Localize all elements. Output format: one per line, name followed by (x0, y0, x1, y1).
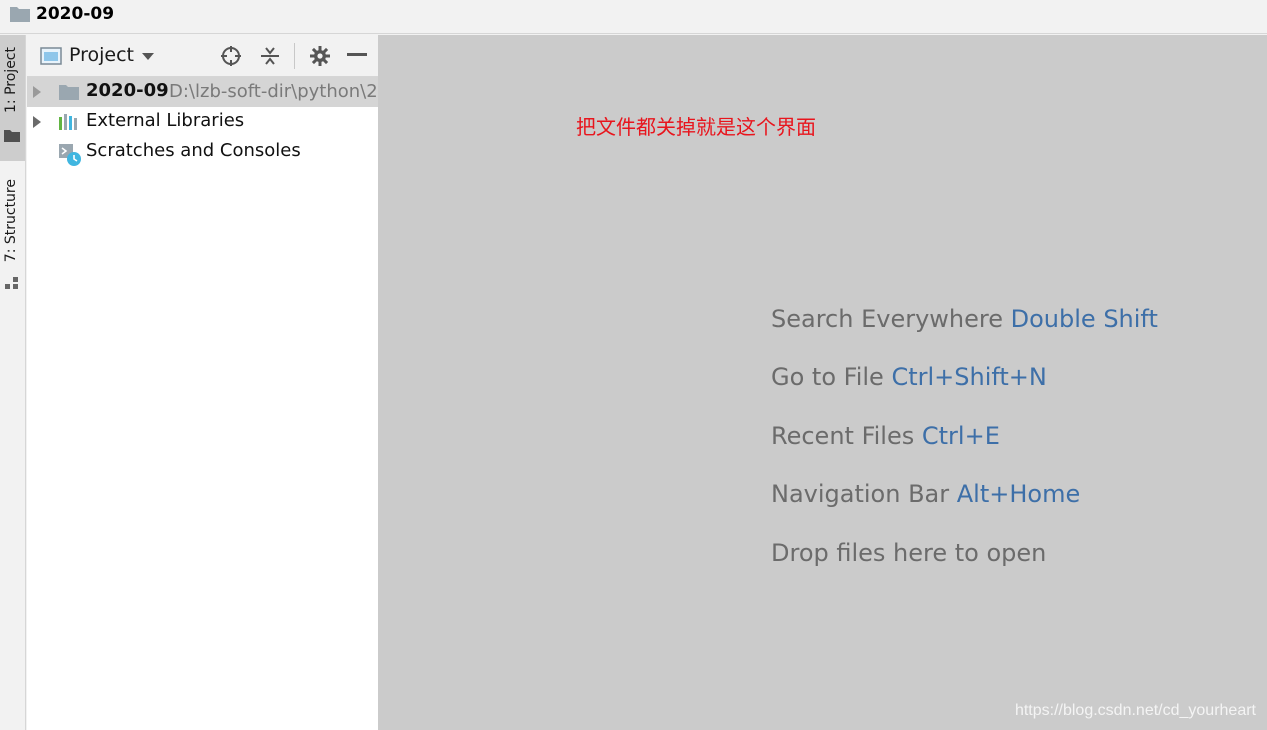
tool-window-strip: 1: Project 7: Structure (0, 35, 26, 730)
folder-icon (10, 7, 30, 22)
project-view-icon (40, 47, 62, 65)
project-panel: Project 2020-09 D:\lzb-soft-dir\python\2… (27, 35, 378, 730)
minimize-icon[interactable] (347, 53, 367, 57)
gear-icon[interactable] (309, 45, 331, 67)
collapse-all-icon[interactable] (259, 45, 281, 67)
watermark-text: https://blog.csdn.net/cd_yourheart (1014, 702, 1256, 719)
view-selector-label[interactable]: Project (69, 44, 134, 66)
structure-icon (5, 277, 18, 289)
tree-item-label: 2020-09 (86, 80, 169, 101)
hint-shortcut: Ctrl+Shift+N (891, 363, 1047, 391)
expand-arrow-icon[interactable] (32, 86, 42, 98)
hint-shortcut: Alt+Home (956, 480, 1081, 508)
tree-item-path: D:\lzb-soft-dir\python\2 (169, 81, 378, 102)
tab-project[interactable]: 1: Project (0, 35, 25, 161)
expand-arrow-icon[interactable] (32, 116, 42, 128)
project-panel-header: Project (27, 35, 378, 77)
scratches-icon (59, 144, 81, 166)
tree-item-label: External Libraries (86, 110, 245, 131)
library-icon (59, 114, 77, 130)
editor-empty-area[interactable]: 把文件都关掉就是这个界面 Search Everywhere Double Sh… (378, 35, 1267, 730)
tree-item-external-libraries[interactable]: External Libraries (27, 107, 378, 137)
header-divider (294, 43, 295, 69)
chevron-down-icon[interactable] (141, 52, 155, 62)
annotation-text: 把文件都关掉就是这个界面 (576, 115, 816, 139)
tree-item-project-root[interactable]: 2020-09 D:\lzb-soft-dir\python\2 (27, 77, 378, 107)
hint-text: Search Everywhere (771, 305, 1003, 333)
tree-item-scratches[interactable]: Scratches and Consoles (27, 137, 378, 167)
folder-icon (59, 85, 79, 100)
hint-go-to-file: Go to File Ctrl+Shift+N (771, 363, 1047, 391)
hint-navigation-bar: Navigation Bar Alt+Home (771, 480, 1080, 508)
hint-search-everywhere: Search Everywhere Double Shift (771, 305, 1158, 333)
hint-text: Go to File (771, 363, 884, 391)
hint-shortcut: Ctrl+E (921, 422, 1000, 450)
tab-structure-label: 7: Structure (3, 179, 19, 263)
hint-text: Drop files here to open (771, 539, 1047, 567)
tab-project-label: 1: Project (3, 47, 19, 113)
locate-icon[interactable] (220, 45, 242, 67)
window-title: 2020-09 (36, 4, 115, 24)
tab-structure[interactable]: 7: Structure (0, 173, 25, 293)
hint-text: Recent Files (771, 422, 915, 450)
hint-text: Navigation Bar (771, 480, 950, 508)
hint-shortcut: Double Shift (1010, 305, 1158, 333)
title-bar: 2020-09 (0, 0, 1267, 34)
project-folder-icon (4, 130, 20, 142)
hint-recent-files: Recent Files Ctrl+E (771, 422, 1000, 450)
tree-item-label: Scratches and Consoles (86, 140, 301, 161)
hint-drop-files: Drop files here to open (771, 539, 1046, 567)
